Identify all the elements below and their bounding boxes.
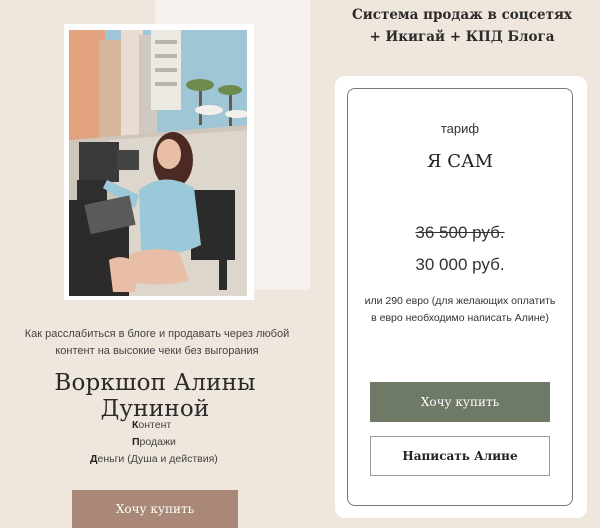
workshop-subtitle: Как расслабиться в блоге и продавать чер… [24, 328, 290, 357]
pillar-text: онтент [138, 419, 172, 431]
course-title: Система продаж в соцсетях + Икигай + КПД… [328, 4, 596, 48]
pillar-money: Деньги (Душа и действия) [90, 451, 260, 468]
euro-price-note: или 290 евро (для желающих оплатить в ев… [364, 295, 556, 324]
pillars-list: Контент Продажи Деньги (Душа и действия) [90, 417, 260, 468]
course-title-line2: + Икигай + КПД Блога [369, 29, 555, 45]
plan-name: Я САМ [426, 151, 494, 172]
old-price: 36 500 руб. [415, 223, 505, 242]
pillar-sales: Продажи [90, 434, 260, 451]
tariff-label: тариф [440, 121, 480, 136]
left-panel: Как расслабиться в блоге и продавать чер… [0, 0, 318, 528]
write-alina-button[interactable]: Написать Алине [370, 436, 550, 476]
pillar-text: родажи [139, 436, 176, 448]
author-photo [69, 30, 247, 296]
pillar-text: еньги (Душа и действия) [97, 453, 218, 465]
workshop-title: Воркшоп Алины Дуниной [54, 370, 256, 422]
pillar-initial: П [132, 436, 140, 448]
buy-button[interactable]: Хочу купить [370, 382, 550, 422]
course-title-line1: Система продаж в соцсетях [352, 7, 572, 23]
buy-button-left[interactable]: Хочу купить [72, 490, 238, 528]
pillar-content: Контент [90, 417, 260, 434]
new-price: 30 000 руб. [415, 255, 505, 274]
